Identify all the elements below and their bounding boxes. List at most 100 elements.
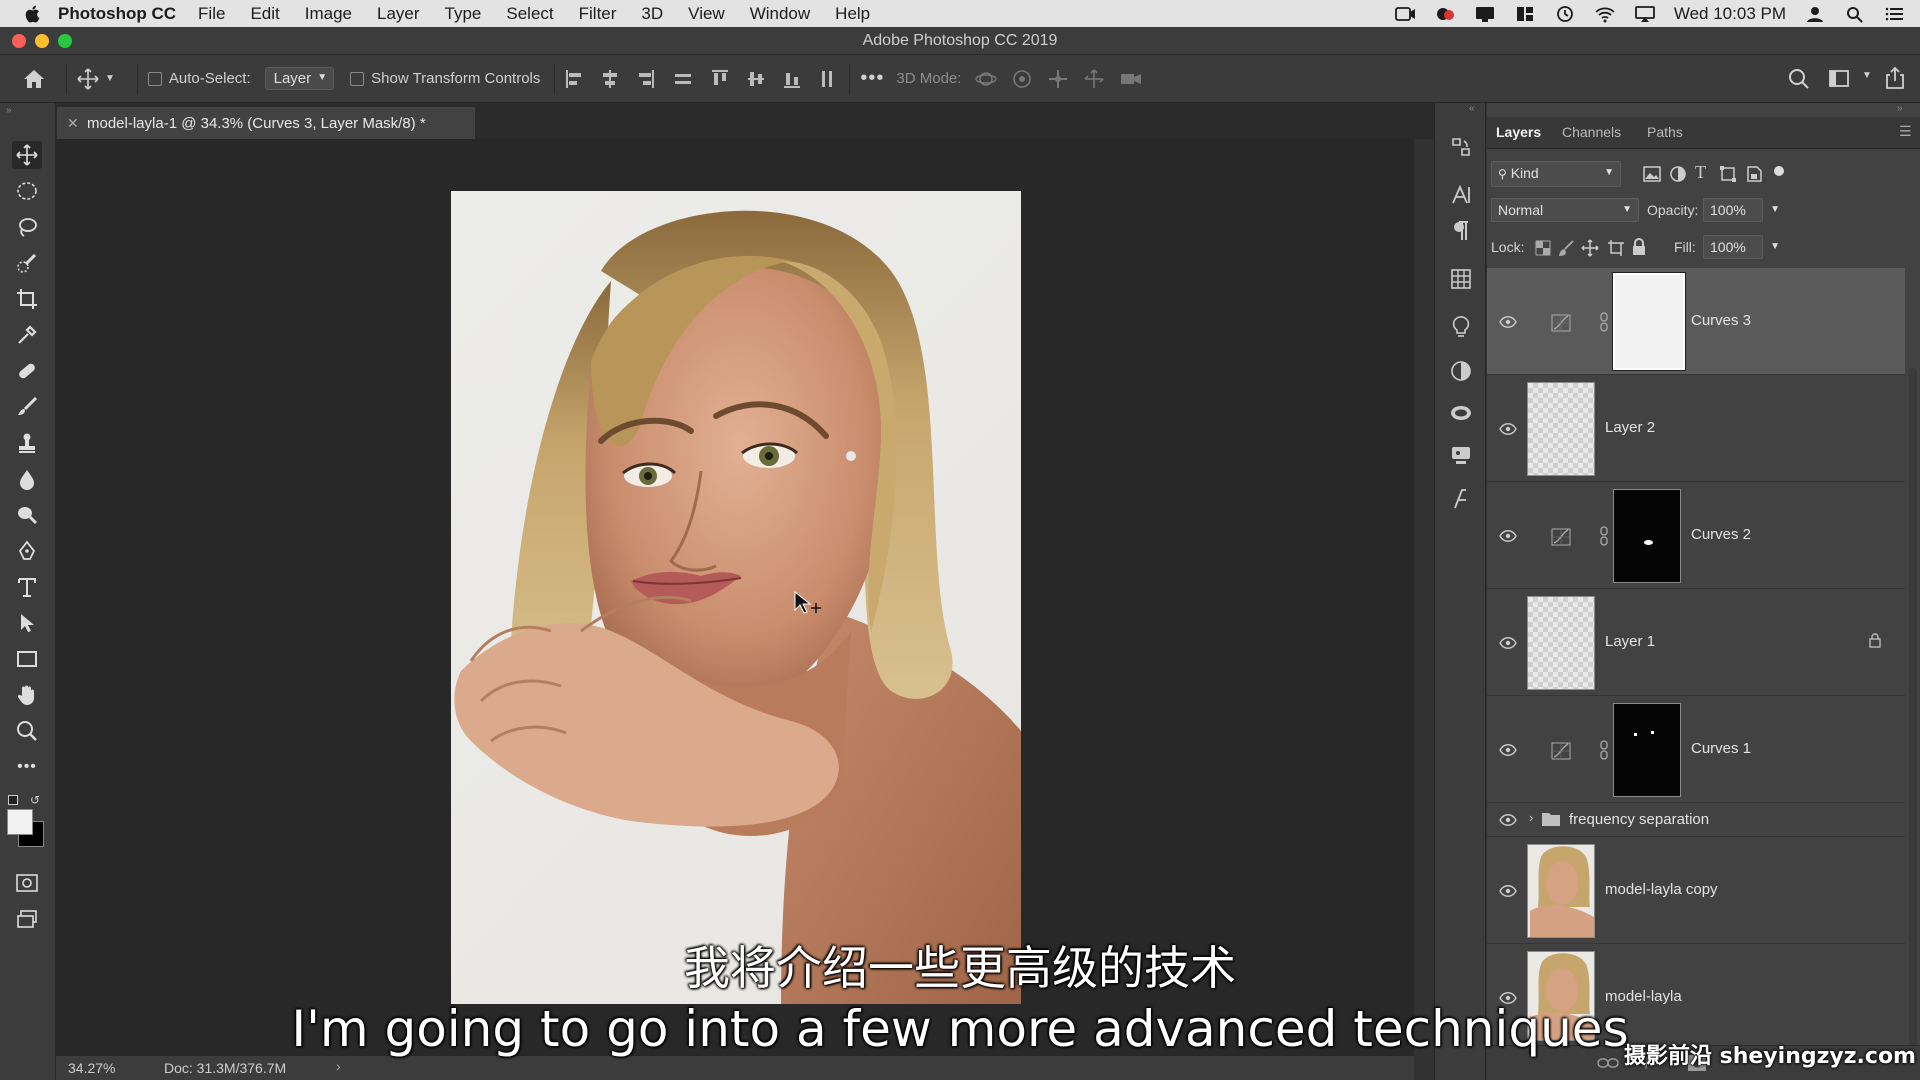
tool-hand[interactable]: [12, 681, 42, 709]
tool-pen[interactable]: [12, 537, 42, 565]
time-machine-icon[interactable]: [1554, 5, 1576, 23]
menu-select[interactable]: Select: [506, 4, 553, 24]
tool-dodge[interactable]: [12, 501, 42, 529]
align-left-edges-icon[interactable]: [565, 69, 583, 89]
search-icon[interactable]: [1788, 68, 1810, 90]
lock-image-pixels-icon[interactable]: [1559, 240, 1575, 256]
creative-cloud-icon[interactable]: [1434, 5, 1456, 23]
layer-row-model-layla-copy[interactable]: model-layla copy: [1487, 837, 1905, 944]
tool-path-selection[interactable]: [12, 609, 42, 637]
link-layers-icon[interactable]: [1597, 1056, 1619, 1070]
learn-panel-icon[interactable]: [1449, 315, 1473, 339]
layer-mask-thumbnail[interactable]: [1613, 489, 1681, 583]
filter-pixel-icon[interactable]: [1643, 166, 1661, 182]
visibility-eye-icon[interactable]: [1499, 530, 1517, 542]
visibility-eye-icon[interactable]: [1499, 814, 1517, 826]
mask-link-icon[interactable]: [1599, 312, 1609, 332]
libraries-panel-icon[interactable]: [1449, 401, 1473, 425]
home-icon[interactable]: [22, 68, 46, 90]
swatches-panel-icon[interactable]: [1449, 267, 1473, 291]
document-tab[interactable]: ✕ model-layla-1 @ 34.3% (Curves 3, Layer…: [56, 106, 476, 139]
align-top-edges-icon[interactable]: [711, 69, 729, 89]
layer-thumbnail[interactable]: [1527, 844, 1595, 938]
spotlight-search-icon[interactable]: [1844, 5, 1866, 23]
lock-artboard-icon[interactable]: [1607, 239, 1625, 257]
opacity-chevron-icon[interactable]: ▼: [1770, 204, 1780, 215]
align-right-edges-icon[interactable]: [637, 69, 655, 89]
adjustments-panel-icon[interactable]: [1449, 359, 1473, 383]
menu-filter[interactable]: Filter: [579, 4, 617, 24]
layer-name[interactable]: Curves 2: [1691, 526, 1751, 543]
align-bottom-edges-icon[interactable]: [783, 69, 801, 89]
workspace-chevron-icon[interactable]: ▼: [1862, 70, 1872, 81]
show-transform-checkbox[interactable]: [350, 71, 365, 86]
tool-healing-brush[interactable]: [12, 357, 42, 385]
menu-window[interactable]: Window: [750, 4, 810, 24]
wifi-icon[interactable]: [1594, 5, 1616, 23]
layer-mask-thumbnail[interactable]: [1613, 703, 1681, 797]
layer-name[interactable]: Curves 3: [1691, 312, 1751, 329]
collapse-strip-icon[interactable]: «: [1469, 103, 1475, 114]
layer-name[interactable]: Layer 1: [1605, 633, 1655, 650]
lock-all-icon[interactable]: [1631, 238, 1647, 256]
filter-shape-icon[interactable]: [1719, 165, 1737, 183]
lock-transparent-pixels-icon[interactable]: [1535, 240, 1551, 256]
tab-layers[interactable]: Layers: [1496, 124, 1541, 140]
layer-row-curves-2[interactable]: Curves 2: [1487, 482, 1905, 589]
tool-blur[interactable]: [12, 465, 42, 493]
apple-menu-icon[interactable]: [22, 3, 44, 25]
close-document-icon[interactable]: ✕: [67, 115, 79, 132]
share-icon[interactable]: [1884, 66, 1906, 90]
menu-3d[interactable]: 3D: [641, 4, 663, 24]
align-vertical-centers-icon[interactable]: [747, 69, 765, 89]
panel-menu-icon[interactable]: ☰: [1899, 123, 1912, 140]
tool-preset-chevron-icon[interactable]: ▼: [105, 73, 115, 84]
group-expand-chevron-icon[interactable]: ›: [1529, 810, 1533, 825]
collapse-panel-icon[interactable]: »: [1897, 103, 1903, 114]
swap-colors-icon[interactable]: ↺: [30, 793, 40, 807]
more-options-icon[interactable]: •••: [860, 67, 884, 90]
screen-record-icon[interactable]: [1394, 5, 1416, 23]
tool-rectangle[interactable]: [12, 645, 42, 673]
filter-type-icon[interactable]: T: [1695, 162, 1706, 183]
mask-link-icon[interactable]: [1599, 526, 1609, 546]
zoom-level[interactable]: 34.27%: [68, 1060, 115, 1076]
tab-paths[interactable]: Paths: [1647, 124, 1683, 140]
tool-clone-stamp[interactable]: [12, 429, 42, 457]
filter-adjustment-icon[interactable]: [1669, 165, 1687, 183]
move-tool-icon[interactable]: [77, 67, 99, 90]
filter-smart-object-icon[interactable]: [1745, 165, 1763, 183]
3d-slide-icon[interactable]: [1083, 68, 1105, 89]
align-horizontal-centers-icon[interactable]: [601, 69, 619, 89]
menu-help[interactable]: Help: [835, 4, 870, 24]
status-menu-chevron-icon[interactable]: ›: [336, 1058, 341, 1074]
visibility-eye-icon[interactable]: [1499, 316, 1517, 328]
auto-select-checkbox[interactable]: [147, 71, 162, 86]
layer-name[interactable]: frequency separation: [1569, 811, 1709, 828]
display-icon[interactable]: [1474, 5, 1496, 23]
user-icon[interactable]: [1804, 5, 1826, 23]
menubar-clock[interactable]: Wed 10:03 PM: [1674, 4, 1786, 24]
fill-chevron-icon[interactable]: ▼: [1770, 241, 1780, 252]
tab-channels[interactable]: Channels: [1562, 124, 1621, 140]
layer-name[interactable]: Curves 1: [1691, 740, 1751, 757]
menu-image[interactable]: Image: [305, 4, 352, 24]
mask-link-icon[interactable]: [1599, 740, 1609, 760]
tool-zoom[interactable]: [12, 717, 42, 745]
tool-quick-mask[interactable]: [12, 869, 42, 897]
3d-pan-icon[interactable]: [1047, 69, 1069, 89]
layer-group-frequency-separation[interactable]: › frequency separation: [1487, 803, 1905, 837]
menu-view[interactable]: View: [688, 4, 725, 24]
tool-quick-selection[interactable]: [12, 249, 42, 277]
lock-position-icon[interactable]: [1581, 239, 1599, 257]
menu-edit[interactable]: Edit: [250, 4, 279, 24]
tool-lasso[interactable]: [12, 213, 42, 241]
history-panel-icon[interactable]: [1449, 135, 1473, 159]
workspace-icon[interactable]: [1828, 68, 1850, 90]
menu-type[interactable]: Type: [445, 4, 482, 24]
collapse-toolbox-icon[interactable]: »: [6, 105, 12, 116]
properties-panel-icon[interactable]: [1449, 443, 1473, 467]
tool-eyedropper[interactable]: [12, 321, 42, 349]
layer-row-layer-2[interactable]: Layer 2: [1487, 375, 1905, 482]
glyphs-panel-icon[interactable]: [1449, 487, 1473, 511]
